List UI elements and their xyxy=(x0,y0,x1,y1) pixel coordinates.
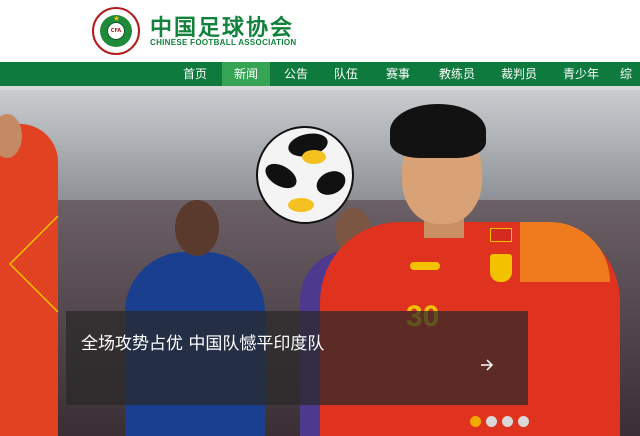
main-nav: 首页 新闻 公告 队伍 赛事 教练员 裁判员 青少年 综 xyxy=(0,62,640,86)
prev-arrow-icon[interactable] xyxy=(8,214,60,314)
site-header: ★ CFA 中国足球协会 CHINESE FOOTBALL ASSOCIATIO… xyxy=(0,0,640,62)
jersey-flag xyxy=(490,228,512,242)
nav-item-events[interactable]: 赛事 xyxy=(374,62,422,86)
nav-item-coaches[interactable]: 教练员 xyxy=(428,62,486,86)
logo-title-en: CHINESE FOOTBALL ASSOCIATION xyxy=(150,38,297,47)
nav-item-referees[interactable]: 裁判员 xyxy=(490,62,548,86)
slider-dot[interactable] xyxy=(502,416,513,427)
nav-item-news[interactable]: 新闻 xyxy=(222,62,270,86)
slider-dot[interactable] xyxy=(470,416,481,427)
nav-item-team[interactable]: 队伍 xyxy=(322,62,370,86)
cfa-logo-badge[interactable]: ★ CFA xyxy=(92,7,140,55)
soccer-ball xyxy=(256,126,354,224)
next-arrow-icon[interactable] xyxy=(480,357,494,371)
nav-item-youth[interactable]: 青少年 xyxy=(552,62,610,86)
nav-item-notice[interactable]: 公告 xyxy=(272,62,320,86)
slider-dot[interactable] xyxy=(486,416,497,427)
logo-ball: CFA xyxy=(107,22,125,40)
jersey-crest xyxy=(490,254,512,282)
nav-item-home[interactable]: 首页 xyxy=(170,62,220,86)
hero-slider[interactable]: 30 全场攻势占优 中国队憾平印度队 xyxy=(0,90,640,436)
slider-dot[interactable] xyxy=(518,416,529,427)
slider-dots xyxy=(470,416,540,428)
slide-caption-box[interactable]: 全场攻势占优 中国队憾平印度队 xyxy=(66,311,528,405)
nav-item-more[interactable]: 综 xyxy=(620,62,640,86)
jersey-sponsor-logo xyxy=(410,262,440,270)
slide-caption[interactable]: 全场攻势占优 中国队憾平印度队 xyxy=(81,329,324,354)
